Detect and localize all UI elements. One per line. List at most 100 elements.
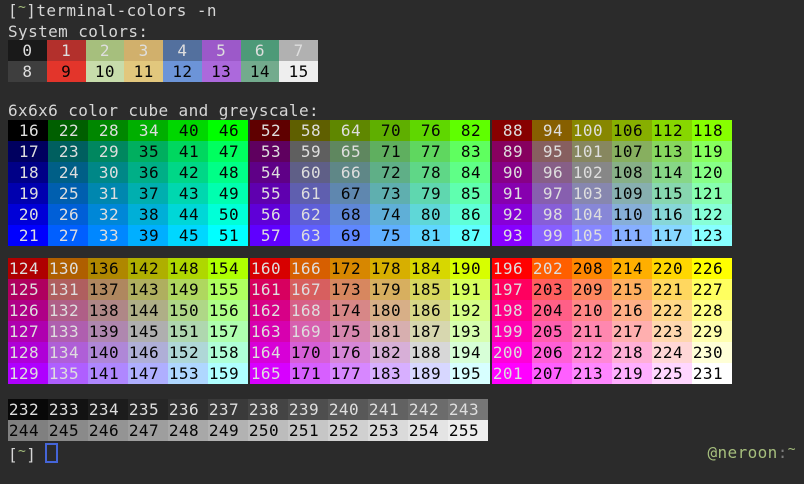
color-swatch-20: 20 — [8, 204, 48, 225]
color-swatch-89: 89 — [492, 141, 532, 162]
cube-block-124: 1241301361421481541251311371431491551261… — [8, 258, 248, 384]
color-swatch-198: 198 — [492, 300, 532, 321]
terminal-cursor — [45, 443, 58, 463]
color-swatch-194: 194 — [450, 342, 490, 363]
color-swatch-147: 147 — [128, 363, 168, 384]
color-swatch-48: 48 — [208, 162, 248, 183]
status-host-path: @neroon:~ — [707, 443, 796, 463]
terminal-screen[interactable]: { "colors": { "background": "#2b2b2b", "… — [0, 0, 804, 484]
color-swatch-75: 75 — [370, 225, 410, 246]
prompt-bracket-open: [ — [8, 445, 18, 464]
color-swatch-6: 6 — [241, 40, 280, 61]
color-swatch-83: 83 — [450, 141, 490, 162]
color-swatch-109: 109 — [612, 183, 652, 204]
color-swatch-246: 246 — [88, 420, 128, 441]
color-swatch-178: 178 — [370, 258, 410, 279]
system-color-grid: 0123456789101112131415 — [8, 40, 318, 82]
color-swatch-90: 90 — [492, 162, 532, 183]
color-swatch-172: 172 — [330, 258, 370, 279]
color-swatch-84: 84 — [450, 162, 490, 183]
color-swatch-134: 134 — [48, 342, 88, 363]
color-swatch-19: 19 — [8, 183, 48, 204]
color-swatch-175: 175 — [330, 321, 370, 342]
color-swatch-49: 49 — [208, 183, 248, 204]
color-swatch-136: 136 — [88, 258, 128, 279]
top-prompt-line: [~]terminal-colors -n — [8, 1, 217, 21]
color-swatch-250: 250 — [248, 420, 288, 441]
color-swatch-132: 132 — [48, 300, 88, 321]
color-swatch-79: 79 — [410, 183, 450, 204]
color-swatch-187: 187 — [410, 321, 450, 342]
color-swatch-174: 174 — [330, 300, 370, 321]
color-swatch-177: 177 — [330, 363, 370, 384]
status-colon: : — [778, 443, 788, 462]
color-swatch-189: 189 — [410, 363, 450, 384]
color-swatch-33: 33 — [88, 225, 128, 246]
color-swatch-164: 164 — [250, 342, 290, 363]
color-swatch-18: 18 — [8, 162, 48, 183]
color-swatch-52: 52 — [250, 120, 290, 141]
color-swatch-124: 124 — [8, 258, 48, 279]
color-swatch-148: 148 — [168, 258, 208, 279]
color-swatch-196: 196 — [492, 258, 532, 279]
status-user: @neroon — [707, 443, 777, 462]
color-swatch-192: 192 — [450, 300, 490, 321]
color-swatch-168: 168 — [290, 300, 330, 321]
color-cube-blocks-top: 1622283440461723293541471824303642481925… — [8, 120, 732, 246]
color-swatch-70: 70 — [370, 120, 410, 141]
color-swatch-30: 30 — [88, 162, 128, 183]
color-swatch-158: 158 — [208, 342, 248, 363]
color-swatch-255: 255 — [448, 420, 488, 441]
color-swatch-67: 67 — [330, 183, 370, 204]
color-swatch-213: 213 — [572, 363, 612, 384]
color-swatch-22: 22 — [48, 120, 88, 141]
color-swatch-125: 125 — [8, 279, 48, 300]
color-swatch-60: 60 — [290, 162, 330, 183]
color-swatch-249: 249 — [208, 420, 248, 441]
color-swatch-66: 66 — [330, 162, 370, 183]
color-swatch-176: 176 — [330, 342, 370, 363]
color-swatch-233: 233 — [48, 399, 88, 420]
color-swatch-144: 144 — [128, 300, 168, 321]
color-swatch-186: 186 — [410, 300, 450, 321]
color-swatch-221: 221 — [652, 279, 692, 300]
prompt-home-tilde: ~ — [18, 444, 26, 459]
color-swatch-191: 191 — [450, 279, 490, 300]
color-swatch-40: 40 — [168, 120, 208, 141]
color-swatch-106: 106 — [612, 120, 652, 141]
color-swatch-72: 72 — [370, 162, 410, 183]
color-swatch-204: 204 — [532, 300, 572, 321]
prompt-bracket-close: ] — [26, 445, 36, 464]
color-swatch-227: 227 — [692, 279, 732, 300]
color-swatch-126: 126 — [8, 300, 48, 321]
color-swatch-231: 231 — [692, 363, 732, 384]
color-swatch-120: 120 — [692, 162, 732, 183]
cube-block-52: 5258647076825359657177835460667278845561… — [250, 120, 490, 246]
color-swatch-206: 206 — [532, 342, 572, 363]
color-swatch-130: 130 — [48, 258, 88, 279]
color-swatch-142: 142 — [128, 258, 168, 279]
color-swatch-46: 46 — [208, 120, 248, 141]
color-swatch-184: 184 — [410, 258, 450, 279]
prompt-bracket-open: [ — [8, 1, 18, 20]
color-swatch-69: 69 — [330, 225, 370, 246]
color-swatch-81: 81 — [410, 225, 450, 246]
color-swatch-252: 252 — [328, 420, 368, 441]
color-swatch-180: 180 — [370, 300, 410, 321]
color-swatch-43: 43 — [168, 183, 208, 204]
color-swatch-71: 71 — [370, 141, 410, 162]
color-swatch-155: 155 — [208, 279, 248, 300]
color-swatch-201: 201 — [492, 363, 532, 384]
color-swatch-74: 74 — [370, 204, 410, 225]
color-swatch-209: 209 — [572, 279, 612, 300]
color-swatch-78: 78 — [410, 162, 450, 183]
color-swatch-13: 13 — [202, 61, 241, 82]
color-swatch-16: 16 — [8, 120, 48, 141]
cube-block-16: 1622283440461723293541471824303642481925… — [8, 120, 248, 246]
color-swatch-91: 91 — [492, 183, 532, 204]
color-swatch-93: 93 — [492, 225, 532, 246]
color-swatch-200: 200 — [492, 342, 532, 363]
color-swatch-230: 230 — [692, 342, 732, 363]
color-swatch-179: 179 — [370, 279, 410, 300]
color-swatch-112: 112 — [652, 120, 692, 141]
